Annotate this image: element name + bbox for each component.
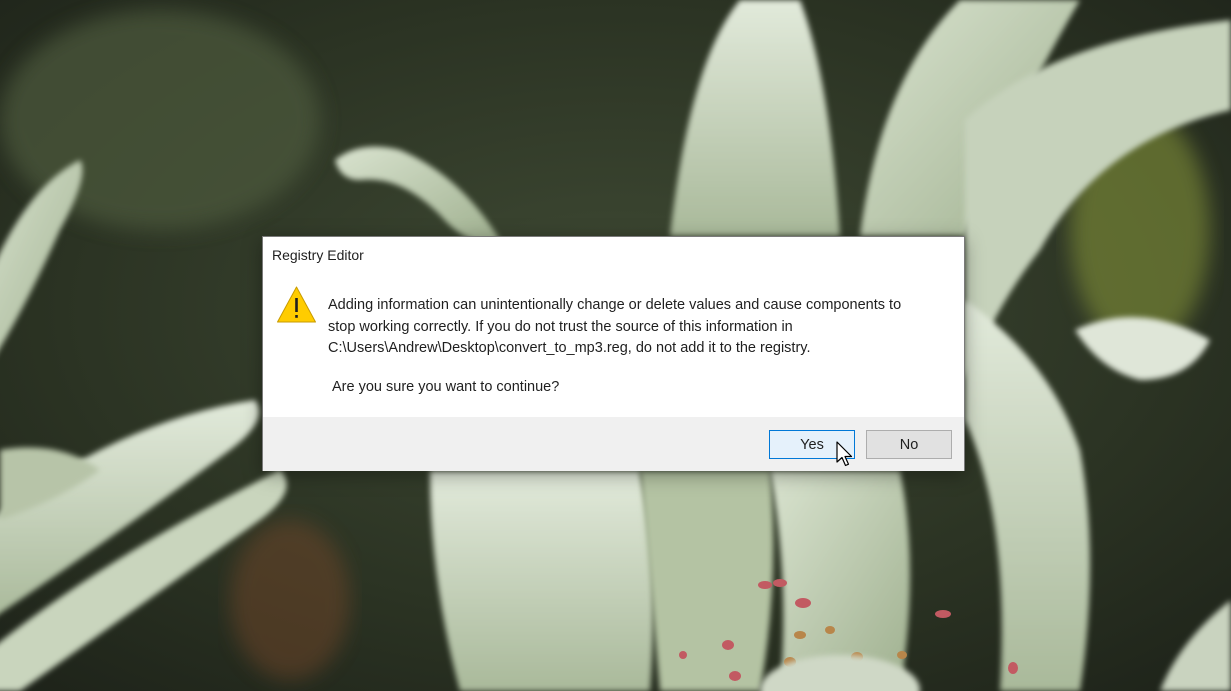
- warning-icon: [277, 286, 316, 323]
- registry-editor-dialog: Registry Editor Adding information can u…: [262, 236, 965, 471]
- dialog-question: Are you sure you want to continue?: [332, 379, 560, 395]
- dialog-message: Adding information can unintentionally c…: [328, 295, 948, 360]
- no-button[interactable]: No: [866, 430, 952, 459]
- dialog-title: Registry Editor: [272, 247, 364, 263]
- message-line: stop working correctly. If you do not tr…: [328, 318, 793, 335]
- mouse-pointer-icon: [836, 441, 853, 467]
- dialog-button-bar: Yes No: [263, 417, 964, 471]
- message-line: Adding information can unintentionally c…: [328, 297, 902, 313]
- message-line: C:\Users\Andrew\Desktop\convert_to_mp3.r…: [328, 340, 811, 356]
